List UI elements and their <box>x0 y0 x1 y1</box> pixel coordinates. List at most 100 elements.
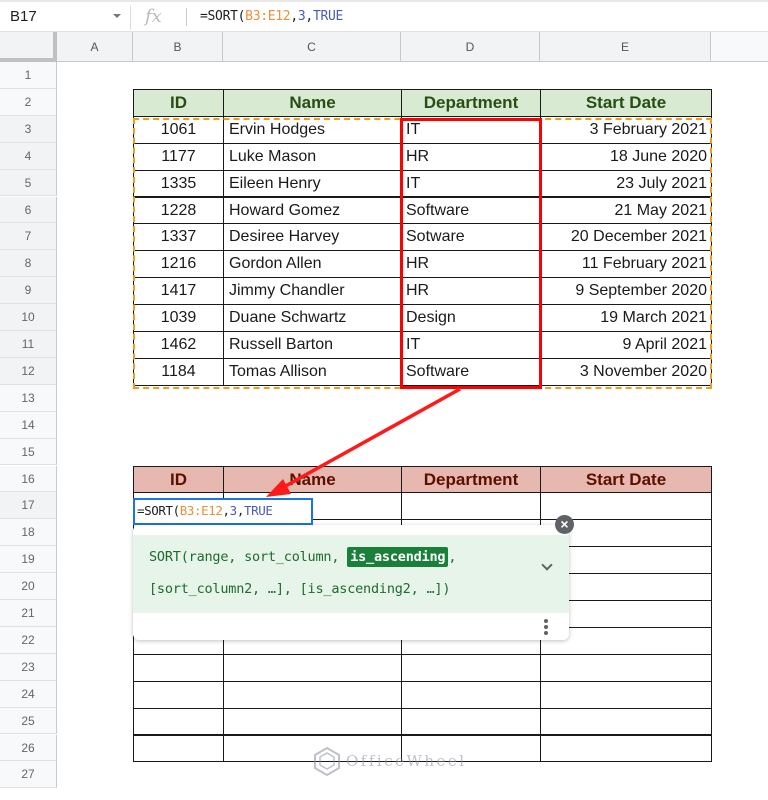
column-header-f[interactable] <box>711 32 768 62</box>
formula-input[interactable]: =SORT(B3:E12,3,TRUE <box>200 2 343 32</box>
source-header-department[interactable]: Department <box>401 88 541 117</box>
row-header-18[interactable]: 18 <box>0 519 57 547</box>
name-cell[interactable]: Desiree Harvey <box>223 223 402 252</box>
department-cell[interactable]: IT <box>401 331 541 359</box>
id-cell[interactable]: 1177 <box>133 142 224 171</box>
name-cell[interactable]: Luke Mason <box>223 142 402 171</box>
close-icon[interactable]: × <box>555 515 574 534</box>
row-header-16[interactable]: 16 <box>0 465 57 493</box>
start-date-cell[interactable]: 19 March 2021 <box>540 304 712 332</box>
department-cell[interactable]: Sotware <box>401 223 541 252</box>
row-header-13[interactable]: 13 <box>0 384 57 412</box>
row-header-17[interactable]: 17 <box>0 492 57 520</box>
id-cell[interactable]: 1335 <box>133 169 224 198</box>
name-cell[interactable]: Jimmy Chandler <box>223 277 402 306</box>
department-cell[interactable]: IT <box>401 169 541 198</box>
row-header-25[interactable]: 25 <box>0 707 57 735</box>
row-header-27[interactable]: 27 <box>0 761 57 789</box>
start-date-cell[interactable]: 23 July 2021 <box>540 169 712 198</box>
row-header-9[interactable]: 9 <box>0 277 57 305</box>
source-header-start-date[interactable]: Start Date <box>540 88 712 117</box>
id-cell[interactable]: 1417 <box>133 277 224 306</box>
result-department-cell[interactable] <box>401 653 541 682</box>
chevron-down-icon[interactable] <box>541 559 553 571</box>
result-department-cell[interactable] <box>401 492 541 521</box>
start-date-cell[interactable]: 20 December 2021 <box>540 223 712 252</box>
name-cell[interactable]: Howard Gomez <box>223 196 402 225</box>
row-header-5[interactable]: 5 <box>0 169 57 197</box>
department-cell[interactable]: IT <box>401 115 541 144</box>
row-header-15[interactable]: 15 <box>0 438 57 466</box>
result-header-start-date[interactable]: Start Date <box>540 465 712 494</box>
row-header-23[interactable]: 23 <box>0 653 57 681</box>
column-header-e[interactable]: E <box>540 32 711 62</box>
row-header-10[interactable]: 10 <box>0 304 57 331</box>
row-header-24[interactable]: 24 <box>0 680 57 708</box>
row-header-21[interactable]: 21 <box>0 600 57 627</box>
department-cell[interactable]: Software <box>401 357 541 386</box>
result-name-cell[interactable] <box>223 707 402 736</box>
row-header-20[interactable]: 20 <box>0 573 57 600</box>
source-header-id[interactable]: ID <box>133 88 224 117</box>
name-box-dropdown-icon[interactable] <box>113 14 121 18</box>
start-date-cell[interactable]: 9 September 2020 <box>540 277 712 306</box>
row-header-19[interactable]: 19 <box>0 546 57 574</box>
result-start-date-cell[interactable] <box>540 734 712 763</box>
id-cell[interactable]: 1462 <box>133 331 224 359</box>
id-cell[interactable]: 1337 <box>133 223 224 252</box>
result-start-date-cell[interactable] <box>540 707 712 736</box>
row-header-22[interactable]: 22 <box>0 626 57 654</box>
id-cell[interactable]: 1061 <box>133 115 224 144</box>
row-header-11[interactable]: 11 <box>0 331 57 358</box>
start-date-cell[interactable]: 3 November 2020 <box>540 357 712 386</box>
source-header-name[interactable]: Name <box>223 88 402 117</box>
row-header-12[interactable]: 12 <box>0 357 57 385</box>
result-id-cell[interactable] <box>133 653 224 682</box>
result-start-date-cell[interactable] <box>540 653 712 682</box>
name-cell[interactable]: Ervin Hodges <box>223 115 402 144</box>
column-header-c[interactable]: C <box>223 32 401 62</box>
result-header-department[interactable]: Department <box>401 465 541 494</box>
result-id-cell[interactable] <box>133 734 224 763</box>
row-header-14[interactable]: 14 <box>0 411 57 439</box>
start-date-cell[interactable]: 9 April 2021 <box>540 331 712 359</box>
name-cell[interactable]: Tomas Allison <box>223 357 402 386</box>
result-name-cell[interactable] <box>223 653 402 682</box>
department-cell[interactable]: HR <box>401 250 541 279</box>
department-cell[interactable]: Design <box>401 304 541 332</box>
result-name-cell[interactable] <box>223 680 402 709</box>
result-id-cell[interactable] <box>133 680 224 709</box>
result-department-cell[interactable] <box>401 680 541 709</box>
row-header-3[interactable]: 3 <box>0 115 57 143</box>
name-cell[interactable]: Gordon Allen <box>223 250 402 279</box>
department-cell[interactable]: HR <box>401 277 541 306</box>
result-header-name[interactable]: Name <box>223 465 402 494</box>
start-date-cell[interactable]: 3 February 2021 <box>540 115 712 144</box>
column-header-d[interactable]: D <box>401 32 540 62</box>
name-box[interactable]: B17 <box>0 2 130 32</box>
start-date-cell[interactable]: 11 February 2021 <box>540 250 712 279</box>
start-date-cell[interactable]: 18 June 2020 <box>540 142 712 171</box>
name-cell[interactable]: Russell Barton <box>223 331 402 359</box>
name-cell[interactable]: Duane Schwartz <box>223 304 402 332</box>
id-cell[interactable]: 1039 <box>133 304 224 332</box>
select-all-corner[interactable] <box>0 32 57 62</box>
result-id-cell[interactable] <box>133 707 224 736</box>
row-header-6[interactable]: 6 <box>0 196 57 224</box>
start-date-cell[interactable]: 21 May 2021 <box>540 196 712 225</box>
row-header-7[interactable]: 7 <box>0 223 57 251</box>
result-department-cell[interactable] <box>401 707 541 736</box>
name-cell[interactable]: Eileen Henry <box>223 169 402 198</box>
department-cell[interactable]: Software <box>401 196 541 225</box>
result-start-date-cell[interactable] <box>540 680 712 709</box>
more-options-icon[interactable] <box>543 617 549 637</box>
column-header-b[interactable]: B <box>133 32 223 62</box>
row-header-1[interactable]: 1 <box>0 62 57 89</box>
row-header-4[interactable]: 4 <box>0 142 57 170</box>
department-cell[interactable]: HR <box>401 142 541 171</box>
row-header-26[interactable]: 26 <box>0 734 57 762</box>
result-header-id[interactable]: ID <box>133 465 224 494</box>
id-cell[interactable]: 1216 <box>133 250 224 279</box>
id-cell[interactable]: 1184 <box>133 357 224 386</box>
column-header-a[interactable]: A <box>57 32 133 62</box>
